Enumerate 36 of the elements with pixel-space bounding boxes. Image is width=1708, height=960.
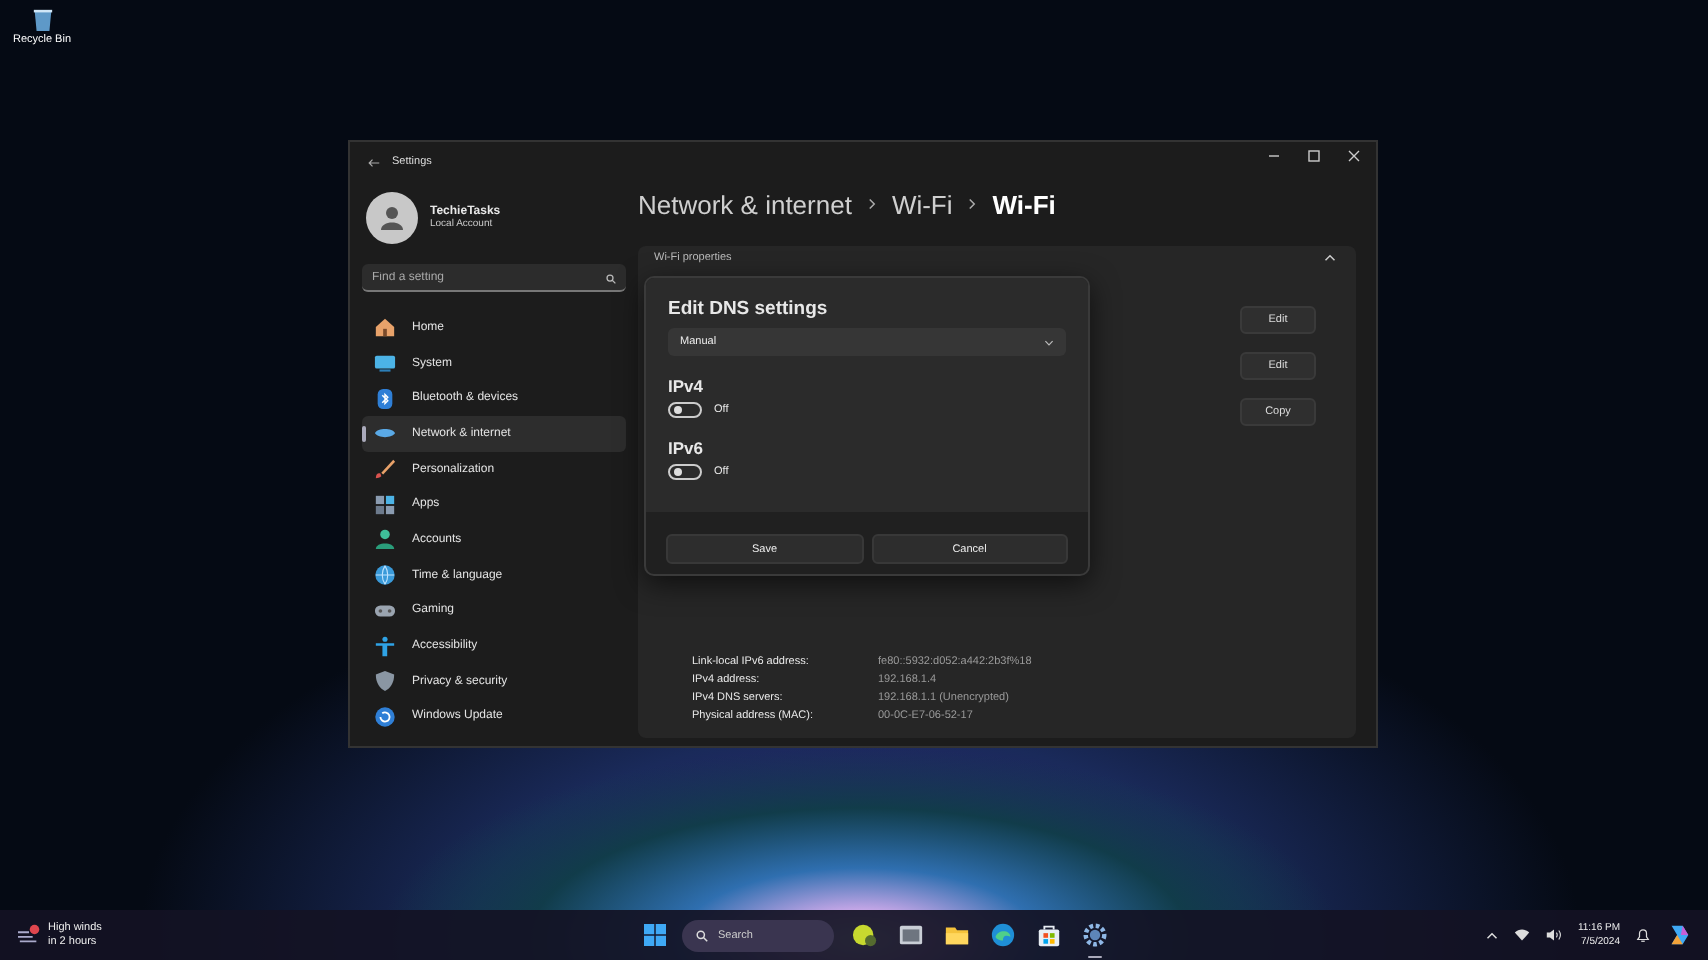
brush-icon <box>374 458 396 481</box>
breadcrumb-item: Wi-Fi <box>992 189 1056 219</box>
section-label: IPv4 <box>668 376 705 396</box>
search-icon[interactable] <box>606 273 616 283</box>
back-arrow-icon[interactable] <box>368 157 380 167</box>
system-icon <box>374 352 396 375</box>
dialog-title: Edit DNS settings <box>668 298 830 320</box>
person-icon <box>374 528 396 551</box>
chevron-up-icon[interactable] <box>1485 931 1498 939</box>
access-icon <box>374 635 396 658</box>
home-icon <box>374 316 396 339</box>
bell-icon[interactable] <box>1636 927 1650 943</box>
shield-icon <box>374 670 396 693</box>
chevron-icon <box>968 198 977 210</box>
bluetooth-icon <box>374 387 396 410</box>
maximize-icon[interactable] <box>1308 150 1320 162</box>
chevron-icon[interactable] <box>1324 254 1336 262</box>
chevron-icon <box>867 198 876 210</box>
update-icon <box>374 705 396 728</box>
weather-icon[interactable] <box>16 924 42 946</box>
search-icon <box>696 929 708 941</box>
recycle-bin-icon[interactable] <box>31 6 53 32</box>
toggle-switch[interactable] <box>668 402 702 418</box>
start-icon[interactable] <box>644 924 666 946</box>
caret-icon <box>1044 339 1054 345</box>
toggle-switch[interactable] <box>668 464 702 480</box>
speaker-icon[interactable] <box>1545 928 1562 942</box>
minimize-icon[interactable] <box>1268 150 1280 162</box>
wifi-icon[interactable] <box>1513 928 1530 942</box>
breadcrumb-item[interactable]: Network & internet <box>638 189 852 219</box>
copilot-icon[interactable] <box>1666 922 1692 948</box>
apps-icon <box>374 493 396 516</box>
globe-icon <box>374 564 396 587</box>
breadcrumb-item[interactable]: Wi-Fi <box>891 189 953 219</box>
close-icon[interactable] <box>1348 150 1360 162</box>
section-label: IPv6 <box>668 438 705 458</box>
